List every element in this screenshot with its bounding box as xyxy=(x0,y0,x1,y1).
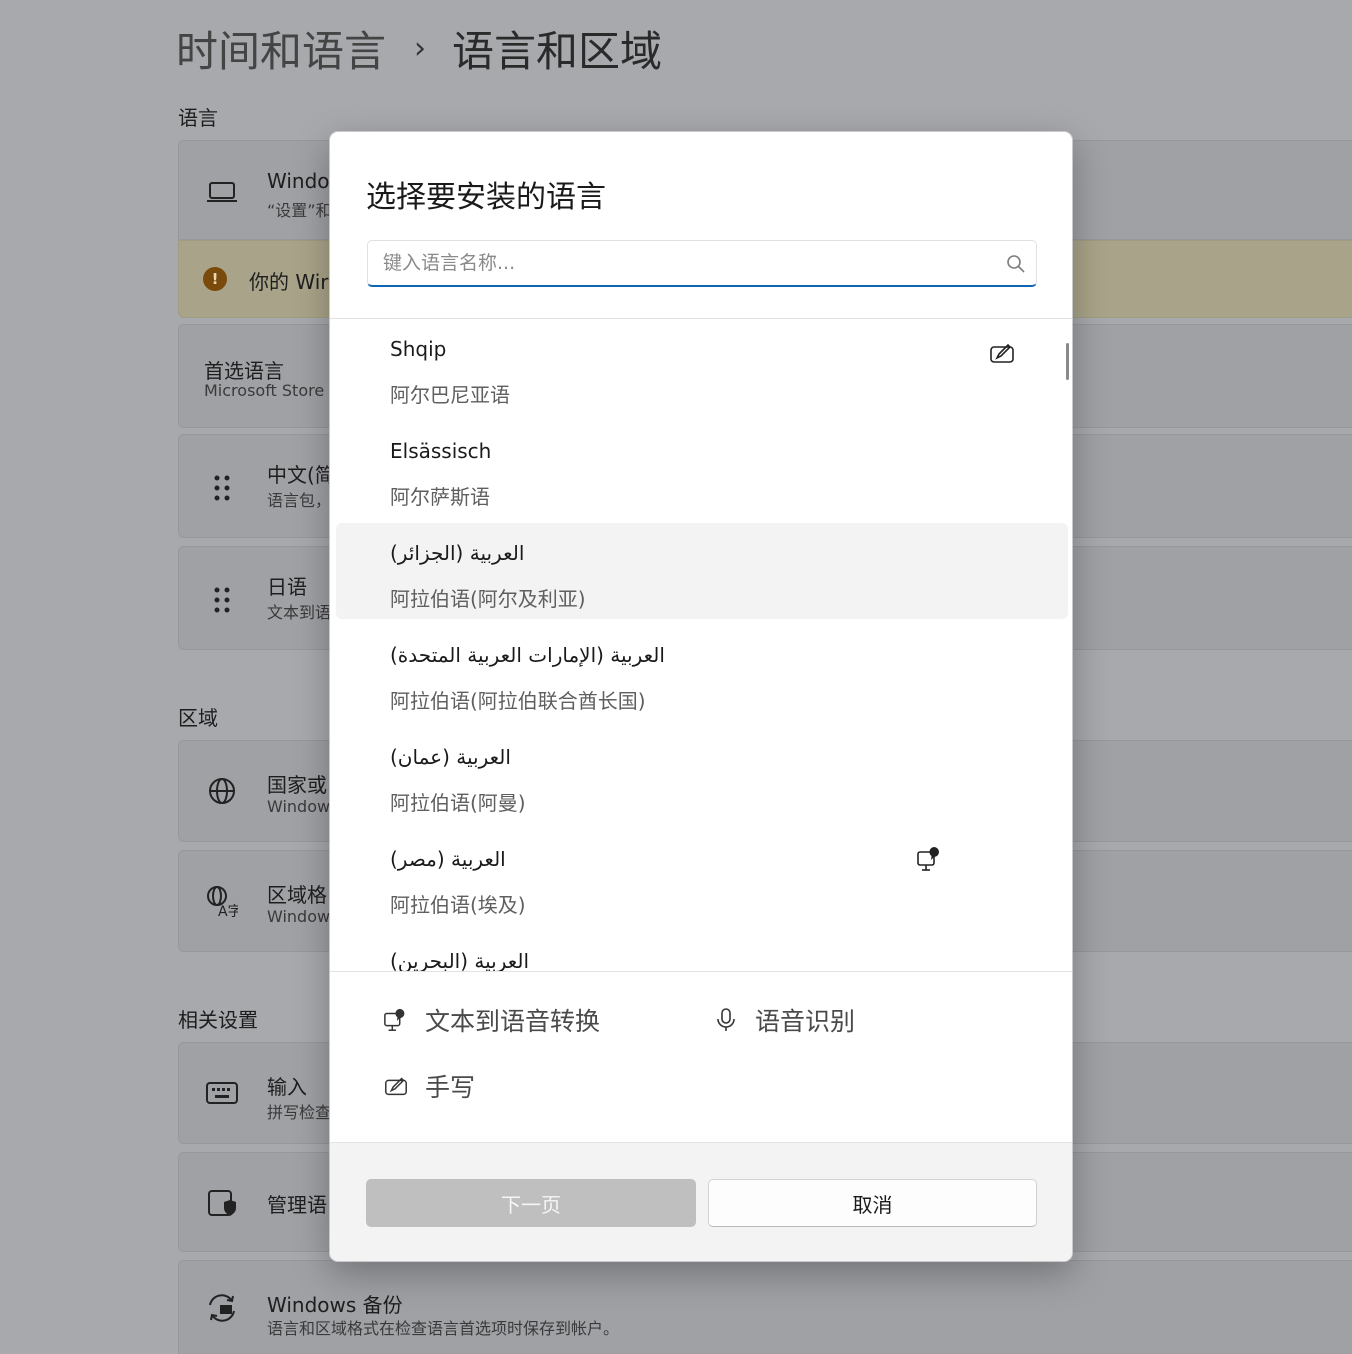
card-subtitle: Window xyxy=(267,797,331,816)
language-list[interactable]: Shqip 阿尔巴尼亚语 Elsässisch 阿尔萨斯语 العربية (ا… xyxy=(330,319,1072,971)
section-related-label: 相关设置 xyxy=(178,1008,258,1032)
card-subtitle: 拼写检查 xyxy=(267,1103,332,1122)
search-icon[interactable] xyxy=(1006,254,1026,274)
language-native-name: العربية (الجزائر) xyxy=(390,541,525,565)
language-local-name: 阿拉伯语(阿尔及利亚) xyxy=(390,587,586,611)
globe-icon xyxy=(205,774,239,808)
card-title: Windo xyxy=(267,169,330,193)
language-native-name: Shqip xyxy=(390,337,447,361)
warning-icon: ! xyxy=(203,267,227,291)
language-option[interactable]: العربية (مصر) 阿拉伯语(埃及) xyxy=(336,829,1068,925)
keyboard-icon xyxy=(205,1076,239,1110)
microphone-icon xyxy=(712,1006,740,1034)
install-language-dialog: 选择要安装的语言 Shqip 阿尔巴尼亚语 Elsässisch 阿尔萨斯语 ا… xyxy=(329,131,1073,1262)
language-local-name: 阿拉伯语(阿曼) xyxy=(390,791,526,815)
language-format-icon: A字 xyxy=(205,884,239,918)
language-local-name: 阿尔巴尼亚语 xyxy=(390,383,510,407)
card-subtitle: 文本到语 xyxy=(267,603,332,622)
card-title: 区域格 xyxy=(267,883,327,907)
laptop-icon xyxy=(205,175,239,209)
language-native-name: العربية (الإمارات العربية المتحدة) xyxy=(390,643,665,667)
dialog-footer: 下一页 取消 xyxy=(330,1142,1072,1261)
legend-label: 文本到语音转换 xyxy=(425,1007,601,1036)
legend-speech-recognition: 语音识别 xyxy=(712,1002,855,1038)
language-native-name: العربية (مصر) xyxy=(390,847,506,871)
language-option[interactable]: Elsässisch 阿尔萨斯语 xyxy=(336,421,1068,517)
card-subtitle: “设置”和 xyxy=(267,201,332,220)
warning-text: 你的 Wir xyxy=(249,270,329,294)
language-option[interactable]: Shqip 阿尔巴尼亚语 xyxy=(336,319,1068,415)
language-native-name: العربية (البحرين) xyxy=(390,949,530,971)
breadcrumb-separator: › xyxy=(414,31,427,66)
card-title: 管理语 xyxy=(267,1193,327,1217)
card-subtitle: Window xyxy=(267,907,331,926)
language-option[interactable]: العربية (عمان) 阿拉伯语(阿曼) xyxy=(336,727,1068,823)
card-subtitle: 语言包， xyxy=(267,491,332,510)
page-title: 语言和区域 xyxy=(452,27,663,76)
drag-handle-icon[interactable] xyxy=(205,471,239,505)
section-region-label: 区域 xyxy=(178,706,218,730)
language-native-name: Elsässisch xyxy=(390,439,492,463)
card-title: 国家或 xyxy=(267,773,327,797)
legend-text-to-speech: 文本到语音转换 xyxy=(382,1002,600,1038)
legend-label: 手写 xyxy=(425,1073,476,1102)
language-option[interactable]: العربية (الإمارات العربية المتحدة) 阿拉伯语(… xyxy=(336,625,1068,721)
language-local-name: 阿拉伯语(阿拉伯联合酋长国) xyxy=(390,689,646,713)
handwriting-icon xyxy=(988,339,1016,367)
svg-text:A字: A字 xyxy=(218,904,238,917)
handwriting-icon xyxy=(382,1072,410,1100)
language-native-name: العربية (عمان) xyxy=(390,745,511,769)
card-title: 日语 xyxy=(267,575,307,599)
card-title: 输入 xyxy=(267,1075,307,1099)
legend-label: 语音识别 xyxy=(755,1007,856,1036)
language-search-input[interactable] xyxy=(367,240,1037,287)
windows-backup-card[interactable]: Windows 备份 语言和区域格式在检查语言首选项时保存到帐户。 xyxy=(178,1260,1352,1354)
drag-handle-icon[interactable] xyxy=(205,583,239,617)
language-option[interactable]: العربية (البحرين) xyxy=(336,931,1068,971)
breadcrumb-parent[interactable]: 时间和语言 xyxy=(176,18,386,79)
card-title: Windows 备份 xyxy=(267,1293,403,1317)
section-language-label: 语言 xyxy=(178,106,218,130)
language-local-name: 阿尔萨斯语 xyxy=(390,485,490,509)
language-local-name: 阿拉伯语(埃及) xyxy=(390,893,526,917)
breadcrumb: 时间和语言 › 语言和区域 xyxy=(176,18,662,79)
list-scrollbar[interactable] xyxy=(1066,343,1069,380)
admin-shield-icon xyxy=(205,1186,239,1220)
language-option[interactable]: العربية (الجزائر) 阿拉伯语(阿尔及利亚) xyxy=(336,523,1068,619)
legend-handwriting: 手写 xyxy=(382,1068,475,1104)
card-title: 首选语言 xyxy=(204,359,284,383)
text-to-speech-icon xyxy=(382,1006,410,1034)
next-button[interactable]: 下一页 xyxy=(366,1179,696,1227)
dialog-title: 选择要安装的语言 xyxy=(366,180,606,215)
list-divider-bottom xyxy=(330,971,1072,972)
card-subtitle: Microsoft Store xyxy=(204,381,325,400)
backup-sync-icon xyxy=(205,1291,239,1325)
cancel-button[interactable]: 取消 xyxy=(708,1179,1037,1227)
text-to-speech-icon xyxy=(916,845,944,873)
card-subtitle: 语言和区域格式在检查语言首选项时保存到帐户。 xyxy=(267,1319,620,1338)
card-title: 中文(简 xyxy=(267,463,335,487)
